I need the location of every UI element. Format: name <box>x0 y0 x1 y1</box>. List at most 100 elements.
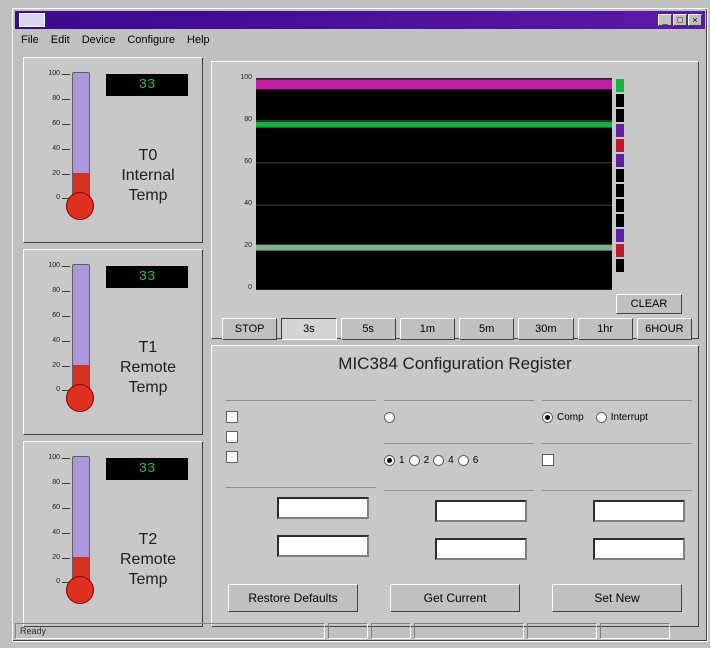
menu-device[interactable]: Device <box>82 34 116 46</box>
y-tick-label: 40 <box>244 200 252 207</box>
group-remote-temp1 <box>384 476 534 491</box>
legend-entry <box>616 228 682 243</box>
remote2-hysteresis-field[interactable] <box>593 538 685 560</box>
span-button-5s[interactable]: 5s <box>340 318 396 340</box>
status-checkbox[interactable] <box>226 431 238 443</box>
clear-button[interactable]: CLEAR <box>616 294 682 314</box>
span-button-5m[interactable]: 5m <box>459 318 515 340</box>
local-hysteresis-field[interactable] <box>277 535 369 557</box>
menu-help[interactable]: Help <box>187 34 210 46</box>
config-panel: MIC384 Configuration Register 1 2 4 6 Co… <box>211 345 699 627</box>
group-fault-queue <box>384 429 534 444</box>
set-new-button[interactable]: Set New <box>552 584 682 612</box>
plot-legend <box>616 78 682 288</box>
status-checkbox[interactable] <box>226 411 238 423</box>
legend-entry <box>616 138 682 153</box>
legend-swatch <box>616 109 624 122</box>
restore-defaults-button[interactable]: Restore Defaults <box>228 584 358 612</box>
menu-bar: File Edit Device Configure Help <box>15 31 705 49</box>
mode-interrupt-radio[interactable] <box>595 411 607 423</box>
close-button[interactable]: × <box>688 14 702 26</box>
legend-swatch <box>616 199 624 212</box>
fault-queue-radio[interactable] <box>408 454 420 466</box>
scale-label: 20 <box>52 170 60 177</box>
polarity-option[interactable] <box>384 407 534 427</box>
legend-entry <box>616 198 682 213</box>
legend-swatch <box>616 244 624 257</box>
status-option[interactable] <box>226 407 376 427</box>
get-current-button[interactable]: Get Current <box>390 584 520 612</box>
group-mode <box>542 386 692 401</box>
shutdown-checkbox[interactable] <box>542 454 554 466</box>
config-column-remote1: 1 2 4 6 <box>384 386 534 563</box>
fault-queue-radio[interactable] <box>457 454 469 466</box>
span-button-3s[interactable]: 3s <box>281 318 337 340</box>
scale-label: 40 <box>52 337 60 344</box>
group-shdn <box>542 429 692 444</box>
span-button-1hr[interactable]: 1hr <box>577 318 633 340</box>
polarity-radio[interactable] <box>384 411 395 423</box>
scale-label: 80 <box>52 287 60 294</box>
group-local-temp <box>226 473 376 488</box>
legend-entry <box>616 93 682 108</box>
menu-file[interactable]: File <box>21 34 39 46</box>
shutdown-option[interactable] <box>542 450 692 470</box>
sensor-label: T2 Remote Temp <box>119 531 177 588</box>
status-text: Ready <box>15 623 325 639</box>
legend-entry <box>616 183 682 198</box>
config-column-local <box>226 386 376 560</box>
time-span-buttons: STOP 3s 5s 1m 5m 30m 1hr 6HOUR <box>222 318 692 340</box>
remote1-setpoint-field[interactable] <box>435 500 527 522</box>
status-option[interactable] <box>226 447 376 467</box>
remote2-setpoint-field[interactable] <box>593 500 685 522</box>
thermometer-scale: 100 80 60 40 20 0 <box>40 70 70 201</box>
thermometer-panel-t0: 100 80 60 40 20 0 33 T0 Internal Temp <box>23 57 203 243</box>
remote1-hysteresis-row <box>384 535 534 563</box>
legend-swatch <box>616 154 624 167</box>
thermometer-panel-t1: 100 80 60 40 20 0 33 T1 Remote Temp <box>23 249 203 435</box>
sensor-label: T1 Remote Temp <box>119 339 177 396</box>
fault-queue-radio[interactable] <box>384 454 395 466</box>
scale-label: 20 <box>52 554 60 561</box>
scale-label: 0 <box>56 194 60 201</box>
main-window: _ □ × File Edit Device Configure Help 10… <box>12 8 708 642</box>
span-button-1m[interactable]: 1m <box>399 318 455 340</box>
legend-swatch <box>616 79 624 92</box>
legend-swatch <box>616 139 624 152</box>
span-button-stop[interactable]: STOP <box>222 318 278 340</box>
legend-swatch <box>616 94 624 107</box>
status-checkbox[interactable] <box>226 451 238 463</box>
status-option[interactable] <box>226 427 376 447</box>
legend-swatch <box>616 214 624 227</box>
menu-edit[interactable]: Edit <box>51 34 70 46</box>
legend-entry <box>616 123 682 138</box>
scale-label: 80 <box>52 95 60 102</box>
span-button-30m[interactable]: 30m <box>518 318 574 340</box>
mode-comp-radio[interactable] <box>542 411 553 423</box>
maximize-button[interactable]: □ <box>673 14 687 26</box>
thermometer-tube <box>72 264 90 394</box>
scale-label: 80 <box>52 479 60 486</box>
y-tick-label: 60 <box>244 158 252 165</box>
y-tick-label: 80 <box>244 116 252 123</box>
status-cell <box>414 623 524 639</box>
span-button-6hour[interactable]: 6HOUR <box>636 318 692 340</box>
menu-configure[interactable]: Configure <box>127 34 175 46</box>
fault-queue-radio[interactable] <box>433 454 445 466</box>
legend-swatch <box>616 184 624 197</box>
legend-entry <box>616 213 682 228</box>
scale-label: 40 <box>52 145 60 152</box>
temperature-plot <box>256 78 612 290</box>
thermometer-scale: 100 80 60 40 20 0 <box>40 262 70 393</box>
remote1-hysteresis-field[interactable] <box>435 538 527 560</box>
legend-entry <box>616 108 682 123</box>
status-cell <box>371 623 411 639</box>
legend-swatch <box>616 229 624 242</box>
legend-swatch <box>616 259 624 272</box>
temperature-readout: 33 <box>106 74 188 96</box>
minimize-button[interactable]: _ <box>658 14 672 26</box>
fault-queue-options: 1 2 4 6 <box>384 450 534 470</box>
y-tick-label: 100 <box>240 74 252 81</box>
scale-label: 40 <box>52 529 60 536</box>
local-setpoint-field[interactable] <box>277 497 369 519</box>
